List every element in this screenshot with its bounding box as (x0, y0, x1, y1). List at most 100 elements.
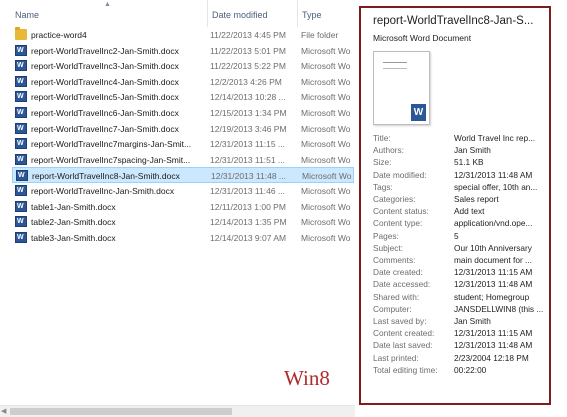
scroll-left-arrow-icon[interactable]: ◀ (1, 407, 6, 416)
file-row[interactable]: table3-Jan-Smith.docx 12/14/2013 9:07 AM M… (12, 230, 354, 246)
property-row: Date last saved: 12/31/2013 11:48 AM (373, 339, 551, 351)
file-row[interactable]: report-WorldTravelInc5-Jan-Smith.docx 12/… (12, 89, 354, 105)
property-label: Title: (373, 133, 391, 143)
file-date-modified: 12/31/2013 11:46 ... (210, 186, 285, 196)
property-value[interactable]: main document for ... (454, 254, 550, 266)
property-value[interactable]: Jan Smith (454, 144, 550, 156)
property-value[interactable]: 12/31/2013 11:15 AM (454, 327, 550, 339)
word-doc-icon (15, 153, 27, 165)
property-value[interactable]: 51.1 KB (454, 156, 550, 168)
property-row: Categories: Sales report (373, 193, 551, 205)
file-date-modified: 11/22/2013 4:45 PM (210, 30, 286, 40)
file-name: report-WorldTravelInc-Jan-Smith.docx (31, 186, 175, 196)
file-row[interactable]: table2-Jan-Smith.docx 12/14/2013 1:35 PM M… (12, 214, 354, 230)
property-value[interactable]: Add text (454, 205, 550, 217)
property-row: Computer: JANSDELLWIN8 (this ... (373, 303, 551, 315)
property-value[interactable]: World Travel Inc rep... (454, 132, 550, 144)
file-name: report-WorldTravelInc7-Jan-Smith.docx (31, 123, 179, 134)
property-label: Computer: (373, 303, 412, 314)
file-type: Microsoft Wo (301, 217, 351, 228)
file-type: Microsoft Wo (301, 232, 351, 243)
file-type: File folder (301, 30, 339, 40)
column-header-type[interactable]: Type (297, 0, 322, 27)
property-value[interactable]: 00:22:00 (454, 364, 550, 376)
property-row: Total editing time: 00:22:00 (373, 364, 551, 376)
file-date-modified: 12/14/2013 1:35 PM (210, 217, 287, 228)
word-doc-icon (15, 75, 27, 87)
file-type: Microsoft Wo (302, 171, 352, 182)
file-row[interactable]: report-WorldTravelInc6-Jan-Smith.docx 12/… (12, 105, 354, 121)
file-row[interactable]: report-WorldTravelInc7margins-Jan-Smit..… (12, 136, 354, 152)
property-label: Authors: (373, 145, 404, 156)
file-date-modified: 12/14/2013 10:28 ... (210, 92, 286, 103)
word-doc-icon (15, 231, 27, 243)
file-date-modified: 12/11/2013 1:00 PM (210, 201, 286, 212)
property-value[interactable]: Our 10th Anniversary (454, 242, 550, 254)
property-value[interactable]: 12/31/2013 11:15 AM (454, 266, 550, 278)
file-row[interactable]: report-WorldTravelInc7-Jan-Smith.docx 12/… (12, 121, 354, 137)
file-row[interactable]: report-WorldTravelInc8-Jan-Smith.docx 12/… (12, 167, 354, 184)
property-row: Content type: application/vnd.ope... (373, 217, 551, 229)
property-value[interactable]: JANSDELLWIN8 (this ... (454, 303, 550, 315)
property-row: Date modified: 12/31/2013 11:48 AM (373, 169, 551, 181)
word-doc-icon (15, 107, 27, 118)
scrollbar-thumb[interactable] (10, 408, 232, 415)
property-label: Date modified: (373, 169, 427, 180)
property-value[interactable]: 12/31/2013 11:48 AM (454, 169, 550, 181)
file-type: Microsoft Wo (301, 76, 351, 87)
file-row[interactable]: table1-Jan-Smith.docx 12/11/2013 1:00 PM M… (12, 199, 354, 215)
property-value[interactable]: 5 (454, 230, 550, 242)
column-header-date-modified[interactable]: Date modified (207, 0, 268, 27)
property-value[interactable]: 2/23/2004 12:18 PM (454, 352, 550, 364)
details-file-type: Microsoft Word Document (373, 33, 472, 43)
column-header-row: ▲ Name Date modified Type (0, 0, 355, 27)
file-name: report-WorldTravelInc8-Jan-Smith.docx (32, 171, 180, 182)
file-name: table2-Jan-Smith.docx (31, 217, 116, 228)
document-thumbnail: W (373, 51, 430, 125)
file-row[interactable]: report-WorldTravelInc2-Jan-Smith.docx 11/… (12, 43, 354, 59)
property-label: Subject: (373, 242, 403, 253)
property-value[interactable]: Jan Smith (454, 315, 550, 327)
word-doc-icon (16, 170, 28, 182)
property-row: Shared with: student; Homegroup (373, 291, 551, 303)
column-header-name[interactable]: Name (15, 0, 39, 27)
word-thumbnail-icon: W (411, 104, 426, 121)
property-value[interactable]: 12/31/2013 11:48 AM (454, 339, 550, 351)
property-row: Last saved by: Jan Smith (373, 315, 551, 327)
watermark-label: Win8 (284, 366, 330, 390)
property-label: Date last saved: (373, 340, 433, 351)
word-doc-icon (15, 44, 27, 56)
property-row: Title: World Travel Inc rep... (373, 132, 551, 144)
property-label: Content created: (373, 328, 435, 339)
property-label: Content type: (373, 218, 423, 229)
file-name: report-WorldTravelInc5-Jan-Smith.docx (31, 92, 179, 103)
file-type: Microsoft Wo (301, 139, 351, 150)
property-row: Date created: 12/31/2013 11:15 AM (373, 266, 551, 278)
property-value[interactable]: Sales report (454, 193, 550, 205)
file-row[interactable]: practice-word4 11/22/2013 4:45 PM File fol… (12, 27, 354, 43)
property-value[interactable]: application/vnd.ope... (454, 217, 550, 229)
property-value[interactable]: special offer, 10th an... (454, 181, 550, 193)
file-name: report-WorldTravelInc6-Jan-Smith.docx (31, 108, 179, 118)
file-row[interactable]: report-WorldTravelInc4-Jan-Smith.docx 12/… (12, 74, 354, 90)
property-label: Categories: (373, 194, 416, 204)
property-value[interactable]: 12/31/2013 11:48 AM (454, 278, 550, 290)
file-row[interactable]: report-WorldTravelInc3-Jan-Smith.docx 11/… (12, 58, 354, 74)
property-label: Last printed: (373, 352, 419, 363)
details-file-title: report-WorldTravelInc8-Jan-S... (373, 15, 534, 27)
word-doc-icon (15, 122, 27, 134)
file-row[interactable]: report-WorldTravelInc7spacing-Jan-Smit..… (12, 152, 354, 168)
file-row[interactable]: report-WorldTravelInc-Jan-Smith.docx 12/3… (12, 183, 354, 199)
file-date-modified: 12/14/2013 9:07 AM (210, 232, 287, 243)
thumbnail-text-lines (383, 62, 407, 69)
file-date-modified: 12/15/2013 1:34 PM (210, 108, 287, 118)
word-doc-icon (15, 216, 27, 228)
file-date-modified: 12/31/2013 11:15 ... (210, 139, 285, 150)
word-doc-icon (15, 200, 27, 212)
property-value[interactable]: student; Homegroup (454, 291, 550, 303)
file-name: report-WorldTravelInc4-Jan-Smith.docx (31, 76, 179, 87)
property-label: Pages: (373, 230, 399, 241)
word-doc-icon (15, 185, 27, 196)
horizontal-scrollbar[interactable]: ◀ (0, 405, 355, 417)
file-name: report-WorldTravelInc7margins-Jan-Smit..… (31, 139, 192, 150)
